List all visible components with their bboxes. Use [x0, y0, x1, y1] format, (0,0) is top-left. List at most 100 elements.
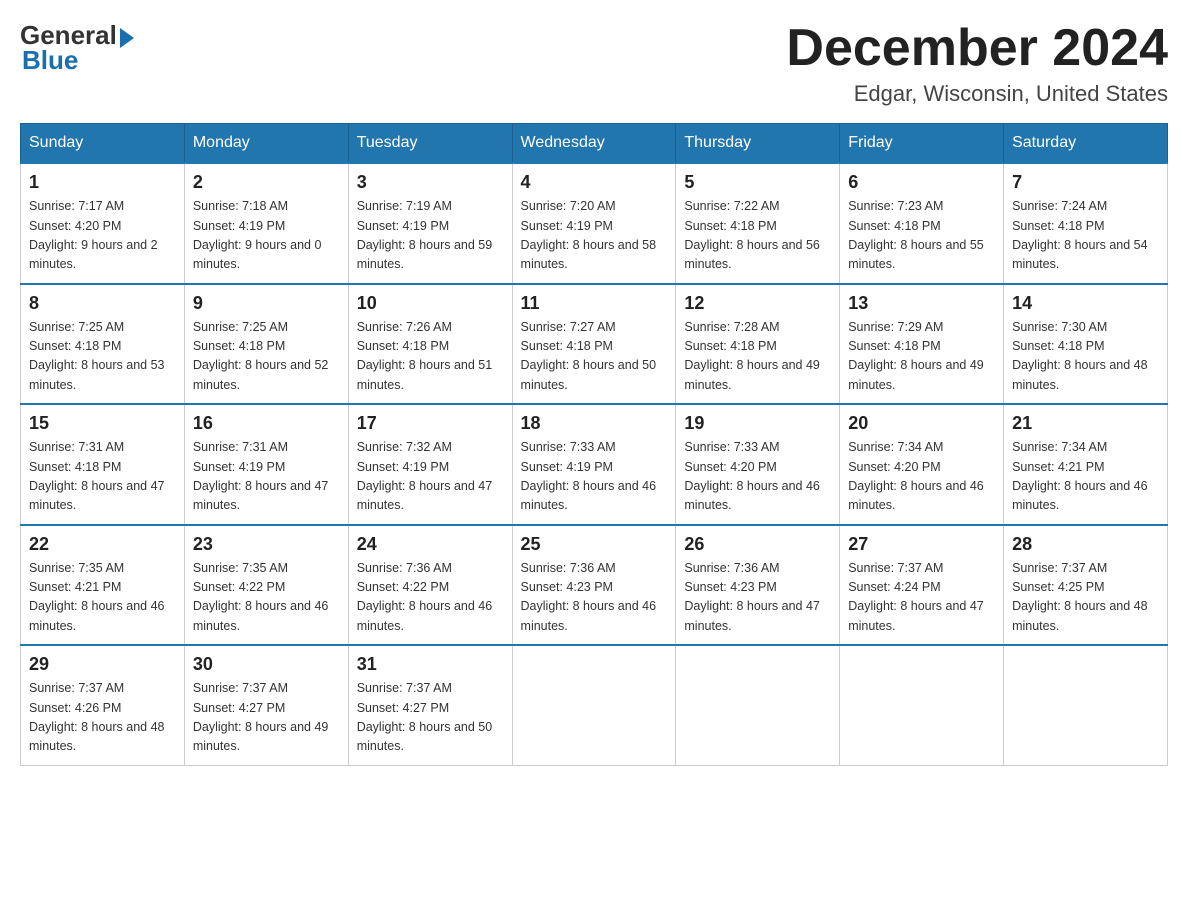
- day-info: Sunrise: 7:23 AM Sunset: 4:18 PM Dayligh…: [848, 197, 995, 275]
- sunrise-label: Sunrise: 7:36 AM: [521, 561, 616, 575]
- calendar-cell: 15 Sunrise: 7:31 AM Sunset: 4:18 PM Dayl…: [21, 404, 185, 525]
- sunrise-label: Sunrise: 7:32 AM: [357, 440, 452, 454]
- sunrise-label: Sunrise: 7:37 AM: [193, 681, 288, 695]
- sunset-label: Sunset: 4:21 PM: [1012, 460, 1104, 474]
- sunset-label: Sunset: 4:27 PM: [357, 701, 449, 715]
- day-number: 14: [1012, 293, 1159, 314]
- sunset-label: Sunset: 4:18 PM: [1012, 339, 1104, 353]
- calendar-cell: 2 Sunrise: 7:18 AM Sunset: 4:19 PM Dayli…: [184, 163, 348, 284]
- sunrise-label: Sunrise: 7:30 AM: [1012, 320, 1107, 334]
- daylight-label: Daylight: 8 hours and 46 minutes.: [193, 599, 329, 632]
- day-info: Sunrise: 7:17 AM Sunset: 4:20 PM Dayligh…: [29, 197, 176, 275]
- sunrise-label: Sunrise: 7:34 AM: [1012, 440, 1107, 454]
- sunrise-label: Sunrise: 7:19 AM: [357, 199, 452, 213]
- sunset-label: Sunset: 4:20 PM: [684, 460, 776, 474]
- sunrise-label: Sunrise: 7:25 AM: [29, 320, 124, 334]
- sunrise-label: Sunrise: 7:36 AM: [357, 561, 452, 575]
- day-info: Sunrise: 7:31 AM Sunset: 4:18 PM Dayligh…: [29, 438, 176, 516]
- sunrise-label: Sunrise: 7:23 AM: [848, 199, 943, 213]
- daylight-label: Daylight: 8 hours and 46 minutes.: [848, 479, 984, 512]
- calendar-cell: 18 Sunrise: 7:33 AM Sunset: 4:19 PM Dayl…: [512, 404, 676, 525]
- sunset-label: Sunset: 4:18 PM: [684, 339, 776, 353]
- sunset-label: Sunset: 4:18 PM: [848, 339, 940, 353]
- sunset-label: Sunset: 4:19 PM: [357, 219, 449, 233]
- sunrise-label: Sunrise: 7:37 AM: [357, 681, 452, 695]
- day-info: Sunrise: 7:34 AM Sunset: 4:20 PM Dayligh…: [848, 438, 995, 516]
- sunset-label: Sunset: 4:19 PM: [193, 219, 285, 233]
- logo-blue-text: Blue: [20, 45, 78, 76]
- day-number: 20: [848, 413, 995, 434]
- day-of-week-header: Monday: [184, 124, 348, 164]
- calendar-cell: [1004, 645, 1168, 765]
- daylight-label: Daylight: 8 hours and 46 minutes.: [684, 479, 820, 512]
- sunset-label: Sunset: 4:24 PM: [848, 580, 940, 594]
- calendar-week-row: 8 Sunrise: 7:25 AM Sunset: 4:18 PM Dayli…: [21, 284, 1168, 405]
- day-info: Sunrise: 7:29 AM Sunset: 4:18 PM Dayligh…: [848, 318, 995, 396]
- day-number: 16: [193, 413, 340, 434]
- sunrise-label: Sunrise: 7:37 AM: [1012, 561, 1107, 575]
- daylight-label: Daylight: 9 hours and 0 minutes.: [193, 238, 322, 271]
- day-info: Sunrise: 7:33 AM Sunset: 4:20 PM Dayligh…: [684, 438, 831, 516]
- day-info: Sunrise: 7:18 AM Sunset: 4:19 PM Dayligh…: [193, 197, 340, 275]
- calendar-cell: [840, 645, 1004, 765]
- day-number: 31: [357, 654, 504, 675]
- calendar-cell: 23 Sunrise: 7:35 AM Sunset: 4:22 PM Dayl…: [184, 525, 348, 646]
- sunset-label: Sunset: 4:18 PM: [521, 339, 613, 353]
- daylight-label: Daylight: 8 hours and 49 minutes.: [848, 358, 984, 391]
- daylight-label: Daylight: 8 hours and 48 minutes.: [1012, 358, 1148, 391]
- calendar-cell: 27 Sunrise: 7:37 AM Sunset: 4:24 PM Dayl…: [840, 525, 1004, 646]
- daylight-label: Daylight: 8 hours and 58 minutes.: [521, 238, 657, 271]
- calendar-cell: 31 Sunrise: 7:37 AM Sunset: 4:27 PM Dayl…: [348, 645, 512, 765]
- daylight-label: Daylight: 8 hours and 46 minutes.: [357, 599, 493, 632]
- sunrise-label: Sunrise: 7:29 AM: [848, 320, 943, 334]
- calendar-cell: [676, 645, 840, 765]
- day-number: 19: [684, 413, 831, 434]
- calendar-cell: 1 Sunrise: 7:17 AM Sunset: 4:20 PM Dayli…: [21, 163, 185, 284]
- sunrise-label: Sunrise: 7:33 AM: [684, 440, 779, 454]
- day-number: 25: [521, 534, 668, 555]
- calendar-cell: 22 Sunrise: 7:35 AM Sunset: 4:21 PM Dayl…: [21, 525, 185, 646]
- day-number: 4: [521, 172, 668, 193]
- calendar-cell: 19 Sunrise: 7:33 AM Sunset: 4:20 PM Dayl…: [676, 404, 840, 525]
- calendar-cell: 14 Sunrise: 7:30 AM Sunset: 4:18 PM Dayl…: [1004, 284, 1168, 405]
- calendar-cell: 28 Sunrise: 7:37 AM Sunset: 4:25 PM Dayl…: [1004, 525, 1168, 646]
- calendar-cell: 11 Sunrise: 7:27 AM Sunset: 4:18 PM Dayl…: [512, 284, 676, 405]
- day-number: 10: [357, 293, 504, 314]
- calendar-cell: 30 Sunrise: 7:37 AM Sunset: 4:27 PM Dayl…: [184, 645, 348, 765]
- calendar-subtitle: Edgar, Wisconsin, United States: [786, 81, 1168, 107]
- calendar-cell: 5 Sunrise: 7:22 AM Sunset: 4:18 PM Dayli…: [676, 163, 840, 284]
- day-number: 21: [1012, 413, 1159, 434]
- sunrise-label: Sunrise: 7:18 AM: [193, 199, 288, 213]
- sunrise-label: Sunrise: 7:35 AM: [193, 561, 288, 575]
- sunset-label: Sunset: 4:18 PM: [1012, 219, 1104, 233]
- sunrise-label: Sunrise: 7:24 AM: [1012, 199, 1107, 213]
- calendar-cell: 25 Sunrise: 7:36 AM Sunset: 4:23 PM Dayl…: [512, 525, 676, 646]
- day-info: Sunrise: 7:19 AM Sunset: 4:19 PM Dayligh…: [357, 197, 504, 275]
- calendar-cell: 21 Sunrise: 7:34 AM Sunset: 4:21 PM Dayl…: [1004, 404, 1168, 525]
- calendar-cell: 17 Sunrise: 7:32 AM Sunset: 4:19 PM Dayl…: [348, 404, 512, 525]
- sunset-label: Sunset: 4:19 PM: [521, 219, 613, 233]
- day-of-week-header: Friday: [840, 124, 1004, 164]
- daylight-label: Daylight: 8 hours and 49 minutes.: [684, 358, 820, 391]
- sunset-label: Sunset: 4:19 PM: [521, 460, 613, 474]
- calendar-title: December 2024: [786, 20, 1168, 77]
- daylight-label: Daylight: 8 hours and 53 minutes.: [29, 358, 165, 391]
- daylight-label: Daylight: 8 hours and 52 minutes.: [193, 358, 329, 391]
- day-number: 22: [29, 534, 176, 555]
- day-info: Sunrise: 7:32 AM Sunset: 4:19 PM Dayligh…: [357, 438, 504, 516]
- sunset-label: Sunset: 4:21 PM: [29, 580, 121, 594]
- calendar-cell: 24 Sunrise: 7:36 AM Sunset: 4:22 PM Dayl…: [348, 525, 512, 646]
- sunset-label: Sunset: 4:22 PM: [193, 580, 285, 594]
- day-info: Sunrise: 7:20 AM Sunset: 4:19 PM Dayligh…: [521, 197, 668, 275]
- day-info: Sunrise: 7:35 AM Sunset: 4:21 PM Dayligh…: [29, 559, 176, 637]
- calendar-cell: 7 Sunrise: 7:24 AM Sunset: 4:18 PM Dayli…: [1004, 163, 1168, 284]
- day-number: 3: [357, 172, 504, 193]
- sunset-label: Sunset: 4:26 PM: [29, 701, 121, 715]
- daylight-label: Daylight: 8 hours and 46 minutes.: [521, 479, 657, 512]
- header-row: SundayMondayTuesdayWednesdayThursdayFrid…: [21, 124, 1168, 164]
- page-header: General Blue December 2024 Edgar, Wiscon…: [20, 20, 1168, 107]
- day-info: Sunrise: 7:33 AM Sunset: 4:19 PM Dayligh…: [521, 438, 668, 516]
- day-number: 9: [193, 293, 340, 314]
- calendar-cell: [512, 645, 676, 765]
- day-info: Sunrise: 7:37 AM Sunset: 4:25 PM Dayligh…: [1012, 559, 1159, 637]
